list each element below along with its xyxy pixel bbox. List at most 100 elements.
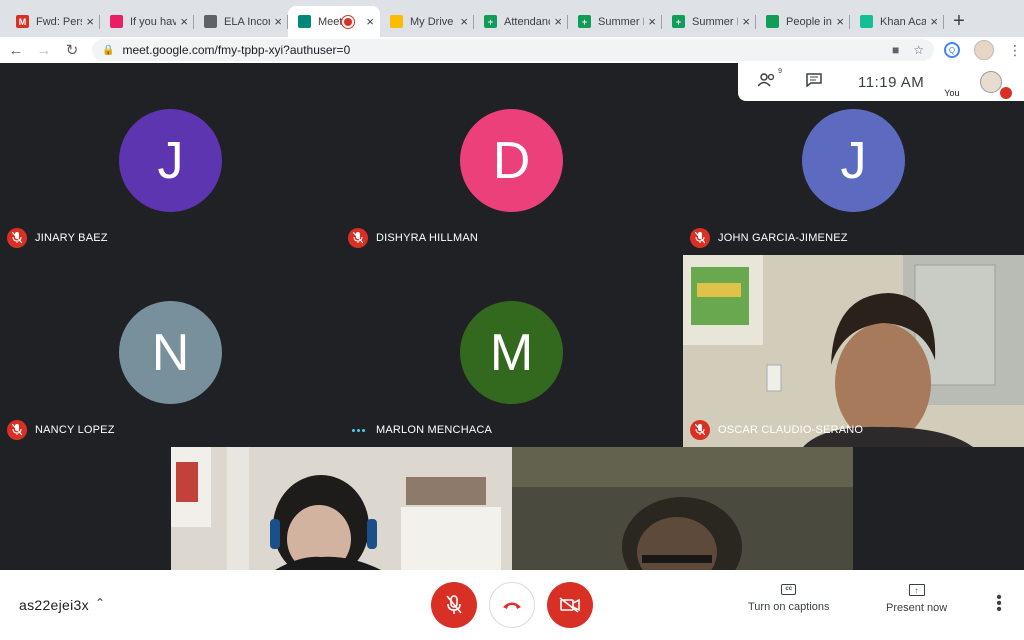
self-avatar <box>980 71 1003 93</box>
tab-title: Khan Aca <box>880 15 927 28</box>
browser-tab[interactable]: ELA Incor × <box>194 6 288 37</box>
camera-icon[interactable]: ■ <box>892 43 899 57</box>
tab-title: People in <box>786 15 832 28</box>
mic-muted-icon <box>7 420 27 440</box>
browser-toolbar: ← → ↻ 🔒 meet.google.com/fmy-tpbp-xyi?aut… <box>0 37 1024 63</box>
browser-tab[interactable]: + Summer I × <box>662 6 756 37</box>
close-tab-icon[interactable]: × <box>460 14 468 29</box>
tab-title: My Drive <box>410 15 454 28</box>
tab-title: Fwd: Pers <box>36 15 83 28</box>
participant-avatar: M <box>460 301 563 404</box>
participant-name: NANCY LOPEZ <box>35 424 115 436</box>
url-text: meet.google.com/fmy-tpbp-xyi?authuser=0 <box>122 43 351 57</box>
participant-name: JOHN GARCIA-JIMENEZ <box>718 232 848 244</box>
participant-avatar: D <box>460 109 563 212</box>
tab-title: If you hav <box>130 15 177 28</box>
browser-tab[interactable]: If you hav × <box>100 6 194 37</box>
participant-video-feed <box>512 447 853 570</box>
participant-tile[interactable]: D DISHYRA HILLMAN <box>341 63 682 255</box>
close-tab-icon[interactable]: × <box>180 14 188 29</box>
meeting-clock: 11:19 AM <box>858 73 925 91</box>
mic-toggle-button[interactable] <box>431 582 477 628</box>
address-bar[interactable]: 🔒 meet.google.com/fmy-tpbp-xyi?authuser=… <box>92 39 934 61</box>
meeting-info-bar: 9 11:19 AM You <box>738 63 1024 101</box>
self-view-thumbnail[interactable]: You <box>942 63 1013 101</box>
participant-tile[interactable]: J JINARY BAEZ <box>0 63 341 255</box>
present-now-button[interactable]: ↑ Present now <box>886 584 947 614</box>
extension-icon[interactable]: Q <box>944 42 960 58</box>
camera-toggle-button[interactable] <box>547 582 593 628</box>
sheets-icon: + <box>484 15 497 28</box>
participant-count-badge: 9 <box>778 68 782 75</box>
gmail-icon: M <box>16 15 29 28</box>
star-bookmark-icon[interactable]: ☆ <box>913 43 924 57</box>
browser-tab[interactable]: People in × <box>756 6 850 37</box>
recording-indicator-icon <box>344 17 353 26</box>
captions-icon: cc <box>781 584 797 595</box>
mic-muted-icon <box>690 420 710 440</box>
participant-video-feed <box>171 447 512 570</box>
browser-tab[interactable]: + Attendanc × <box>474 6 568 37</box>
participant-name: JINARY BAEZ <box>35 232 108 244</box>
close-tab-icon[interactable]: × <box>274 14 282 29</box>
hang-up-icon <box>503 602 521 609</box>
close-tab-icon[interactable]: × <box>930 14 938 29</box>
leave-call-button[interactable] <box>489 582 535 628</box>
close-tab-icon[interactable]: × <box>554 14 562 29</box>
new-tab-button[interactable]: + <box>944 6 974 37</box>
reload-icon[interactable]: ↻ <box>60 39 84 61</box>
participant-avatar: N <box>119 301 222 404</box>
close-tab-icon[interactable]: × <box>86 14 94 29</box>
close-tab-icon[interactable]: × <box>836 14 844 29</box>
meet-stage: J JINARY BAEZ D DISHYRA HILLMAN J JOHN G… <box>0 63 1024 570</box>
browser-tab[interactable]: My Drive × <box>380 6 474 37</box>
drive-icon <box>390 15 403 28</box>
browser-tab[interactable]: + Summer I × <box>568 6 662 37</box>
back-arrow-icon[interactable]: ← <box>4 39 28 61</box>
mic-muted-icon <box>690 228 710 248</box>
sheets-icon: + <box>672 15 685 28</box>
speaking-indicator-icon <box>348 420 368 440</box>
profile-avatar[interactable] <box>974 40 994 60</box>
participant-video-feed <box>683 255 1024 447</box>
tab-title: Attendanc <box>504 15 551 28</box>
camera-off-icon <box>559 597 580 613</box>
close-tab-icon[interactable]: × <box>366 14 374 29</box>
close-tab-icon[interactable]: × <box>742 14 750 29</box>
participant-name: OSCAR CLAUDIO-SERANO <box>718 424 864 436</box>
chevron-up-icon[interactable]: ⌃ <box>95 596 105 610</box>
sheets-icon: + <box>578 15 591 28</box>
classroom-icon <box>204 15 217 28</box>
browser-tab[interactable]: Meet × <box>288 6 380 37</box>
self-label: You <box>944 88 960 98</box>
browser-menu-icon[interactable]: ⋮ <box>1008 42 1022 59</box>
meeting-control-bar: as22ejei3x ⌃ cc Turn on captions ↑ Prese… <box>0 570 1024 640</box>
close-tab-icon[interactable]: × <box>648 14 656 29</box>
browser-tab-strip: M Fwd: Pers × If you hav × ELA Incor × Meet × My … <box>0 0 1024 37</box>
mic-muted-icon <box>7 228 27 248</box>
self-mic-muted-icon <box>1000 87 1013 99</box>
tab-title: Summer I <box>598 15 645 28</box>
browser-tab[interactable]: M Fwd: Pers × <box>6 6 100 37</box>
more-options-icon[interactable]: • • • <box>993 590 1005 618</box>
present-screen-icon: ↑ <box>908 584 925 596</box>
participant-avatar: J <box>119 109 222 212</box>
participant-video-tile[interactable] <box>171 447 512 570</box>
participant-tile[interactable]: M MARLON MENCHACA <box>341 255 682 447</box>
chat-icon[interactable] <box>806 73 822 91</box>
present-label: Present now <box>886 602 948 614</box>
browser-tab[interactable]: Khan Aca × <box>850 6 944 37</box>
mic-off-icon <box>446 595 462 614</box>
meet-icon <box>298 15 311 28</box>
meeting-code[interactable]: as22ejei3x <box>19 597 89 613</box>
tab-title: ELA Incor <box>224 15 271 28</box>
participant-video-tile[interactable] <box>512 447 853 570</box>
participant-tile[interactable]: N NANCY LOPEZ <box>0 255 341 447</box>
tab-title: Summer I <box>692 15 739 28</box>
captions-button[interactable]: cc Turn on captions <box>748 584 830 613</box>
participant-video-tile[interactable]: OSCAR CLAUDIO-SERANO <box>683 255 1024 447</box>
participant-name: DISHYRA HILLMAN <box>376 232 479 244</box>
mic-muted-icon <box>348 228 368 248</box>
forward-arrow-icon[interactable]: → <box>32 39 56 61</box>
people-icon[interactable]: 9 <box>757 68 782 91</box>
